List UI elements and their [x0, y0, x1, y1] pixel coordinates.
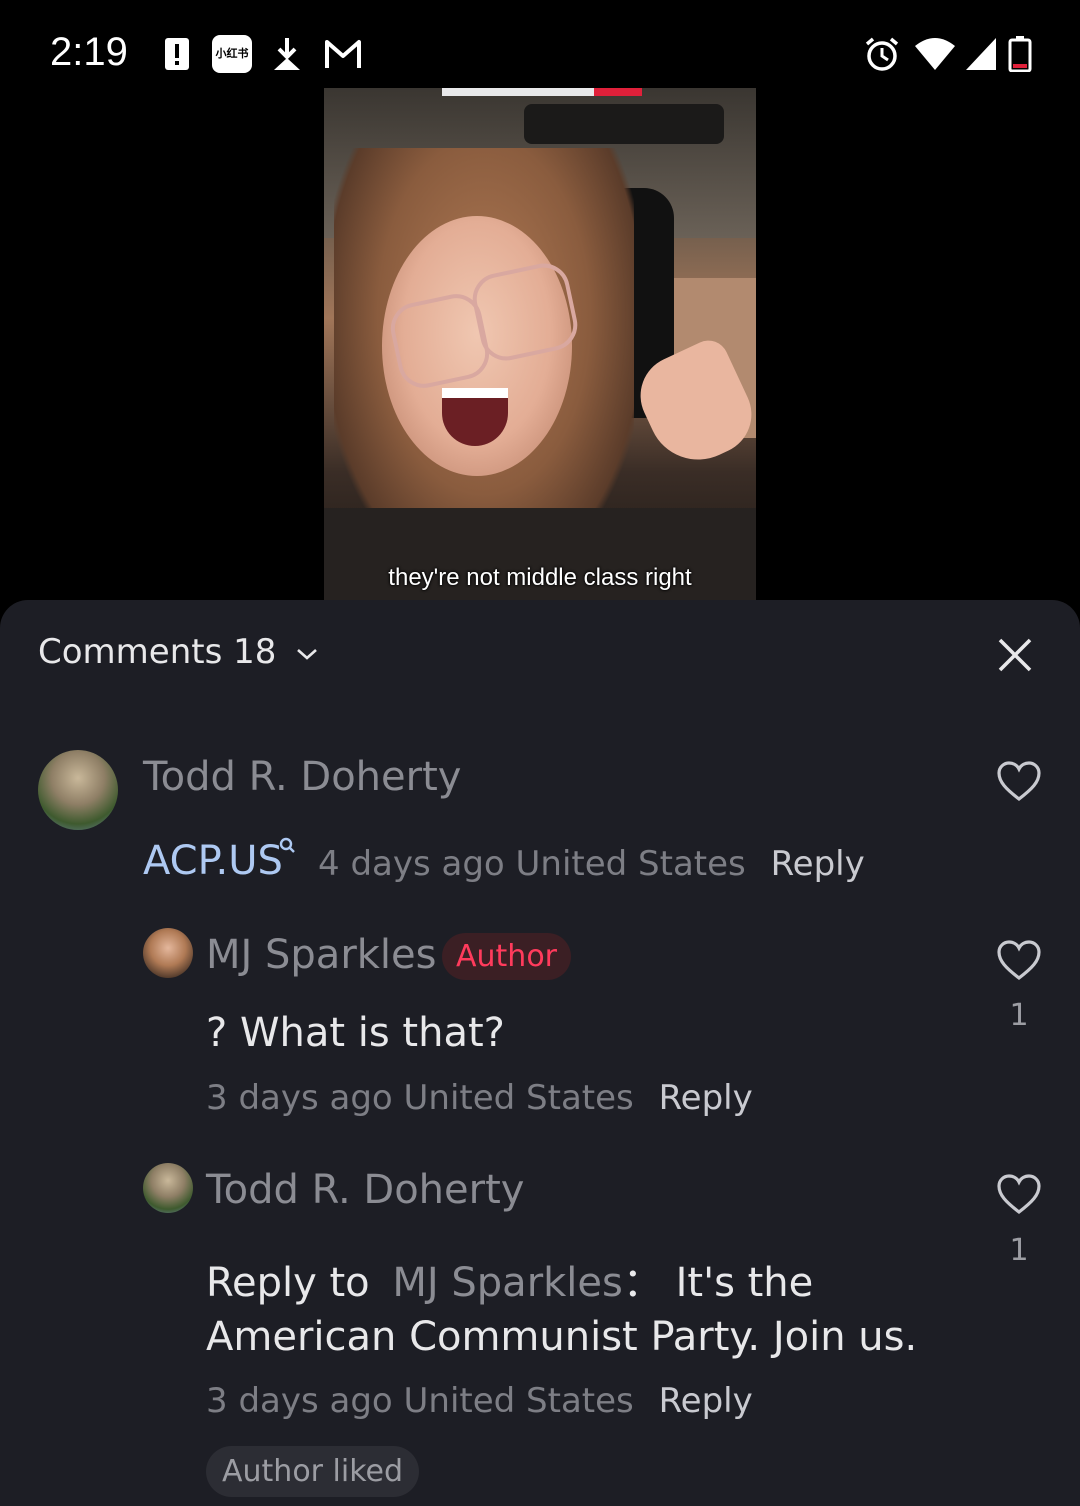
signal-icon	[966, 38, 996, 70]
comment-link[interactable]: ACP.US	[143, 838, 283, 884]
reply-separator: ：	[622, 1260, 663, 1306]
comments-title: Comments 18	[38, 632, 277, 672]
reply-target-username[interactable]: MJ Sparkles	[392, 1260, 623, 1306]
comment-username[interactable]: MJ Sparkles	[206, 932, 437, 978]
top-caption-strip	[442, 88, 642, 96]
comment-time: 3 days ago	[206, 1078, 393, 1118]
reply-button[interactable]: Reply	[771, 844, 865, 884]
alarm-icon	[865, 37, 899, 71]
comment-text-line2: American Communist Party. Join us.	[206, 1314, 918, 1360]
download-icon	[274, 38, 300, 70]
video-caption: they're not middle class right	[388, 564, 692, 591]
avatar[interactable]	[38, 750, 118, 830]
avatar[interactable]	[143, 1163, 193, 1213]
like-count: 1	[1009, 998, 1029, 1033]
comments-panel: Comments 18 Todd R. Doherty ACP.US 4 day…	[0, 600, 1080, 1506]
alert-icon	[165, 38, 189, 70]
reply-prefix: Reply to	[206, 1260, 370, 1306]
comment-time: 3 days ago	[206, 1381, 393, 1421]
comment-meta: 4 days ago United States Reply	[318, 844, 865, 884]
wifi-icon	[915, 38, 955, 70]
comment-text-line1: Reply to MJ Sparkles： It's the	[206, 1250, 813, 1308]
status-bar: 2:19 小红书	[0, 0, 1080, 88]
comment-meta: 3 days ago United States Reply	[206, 1078, 753, 1118]
comments-header[interactable]: Comments 18	[38, 632, 319, 672]
comment-text-start: It's the	[675, 1260, 814, 1306]
heart-icon[interactable]	[996, 939, 1042, 981]
search-link-icon	[279, 837, 295, 853]
comment-username[interactable]: Todd R. Doherty	[206, 1167, 524, 1213]
comment-time: 4 days ago	[318, 844, 505, 884]
avatar[interactable]	[143, 928, 193, 978]
reply-button[interactable]: Reply	[659, 1381, 753, 1421]
reply-button[interactable]: Reply	[659, 1078, 753, 1118]
heart-icon[interactable]	[996, 760, 1042, 802]
gmail-icon	[325, 40, 361, 68]
heart-icon[interactable]	[996, 1173, 1042, 1215]
author-liked-badge: Author liked	[206, 1446, 420, 1497]
comment-meta: 3 days ago United States Reply	[206, 1381, 753, 1421]
xiaohongshu-app-icon: 小红书	[212, 35, 252, 73]
battery-icon	[1008, 36, 1032, 72]
comment-location: United States	[403, 1078, 634, 1118]
comment-text: ? What is that?	[206, 1010, 505, 1056]
video-player[interactable]: they're not middle class right	[324, 88, 756, 600]
close-icon[interactable]	[996, 636, 1034, 674]
status-time: 2:19	[50, 30, 128, 74]
chevron-down-icon	[297, 648, 318, 660]
like-count: 1	[1009, 1233, 1029, 1268]
author-badge: Author	[442, 933, 572, 980]
comment-location: United States	[403, 1381, 634, 1421]
comment-username[interactable]: Todd R. Doherty	[143, 754, 461, 800]
comment-location: United States	[515, 844, 746, 884]
